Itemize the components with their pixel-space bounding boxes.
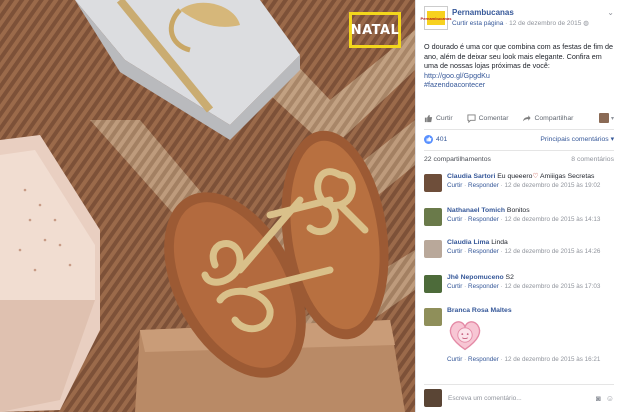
- camera-icon[interactable]: ◙: [596, 394, 601, 403]
- emoji-icon[interactable]: ☺: [606, 394, 614, 403]
- comment-reply-link[interactable]: Responder: [468, 283, 499, 290]
- post-text: O dourado é uma cor que combina com as f…: [424, 42, 614, 90]
- commenter-avatar[interactable]: [424, 240, 442, 258]
- comment-author[interactable]: Claudia Sartori: [447, 173, 495, 180]
- comment-date[interactable]: 12 de dezembro de 2015 às 17:03: [504, 283, 600, 290]
- comment-author[interactable]: Claudia Lima: [447, 239, 489, 246]
- comment-date[interactable]: 12 de dezembro de 2015 às 19:02: [504, 182, 600, 189]
- like-reaction-icon: [424, 134, 433, 144]
- globe-icon: ◍: [583, 20, 589, 27]
- like-button[interactable]: Curtir: [424, 114, 453, 123]
- share-label: Compartilhar: [534, 114, 574, 122]
- page-name-link[interactable]: Pernambucanas: [452, 8, 514, 17]
- commenter-avatar[interactable]: [424, 174, 442, 192]
- post-date[interactable]: 12 de dezembro de 2015: [509, 20, 581, 27]
- comment-like-link[interactable]: Curtir: [447, 182, 462, 189]
- comment-date[interactable]: 12 de dezembro de 2015 às 14:13: [504, 216, 600, 223]
- divider: [424, 384, 614, 385]
- post-link[interactable]: http://goo.gl/GpgdKu: [424, 71, 490, 80]
- viewer-avatar: [424, 389, 442, 407]
- share-icon: [523, 114, 532, 121]
- post-meta: Curtir esta página · 12 de dezembro de 2…: [452, 19, 589, 27]
- top-comments-dropdown[interactable]: Principais comentários ▾: [540, 135, 614, 143]
- comment-like-link[interactable]: Curtir: [447, 248, 462, 255]
- viewer-avatar[interactable]: [598, 113, 609, 123]
- thumbs-up-icon: [424, 114, 433, 122]
- like-count[interactable]: 401: [436, 136, 447, 143]
- comment-author[interactable]: Jhê Nepomuceno: [447, 274, 504, 281]
- page-avatar[interactable]: Pernambucanas: [421, 6, 451, 30]
- post-header: Pernambucanas Pernambucanas Curtir esta …: [421, 6, 614, 34]
- commenter-avatar[interactable]: [424, 208, 442, 226]
- comment-reply-link[interactable]: Responder: [468, 216, 499, 223]
- post-body: O dourado é uma cor que combina com as f…: [424, 42, 613, 70]
- heart-sticker-icon: [449, 321, 481, 351]
- comment-author[interactable]: Nathanael Tomich: [447, 207, 505, 214]
- comment-text: Bonitos: [505, 207, 530, 214]
- stats-row: 22 compartilhamentos 8 comentários: [424, 156, 614, 163]
- comment-text: Linda: [489, 239, 508, 246]
- comment-composer: Escreva um comentário... ◙ ☺: [424, 388, 614, 408]
- comment-button[interactable]: Comentar: [467, 113, 509, 123]
- comment-label: Comentar: [478, 114, 509, 122]
- comment-reply-link[interactable]: Responder: [468, 356, 499, 363]
- natal-badge: NATAL: [349, 12, 401, 48]
- chevron-down-icon[interactable]: ⌄: [607, 8, 614, 17]
- caret-down-icon[interactable]: ▾: [611, 115, 614, 122]
- comment-like-link[interactable]: Curtir: [447, 283, 462, 290]
- comments-count: 8 comentários: [571, 156, 614, 163]
- share-button[interactable]: Compartilhar: [522, 114, 573, 123]
- comment-reply-link[interactable]: Responder: [468, 248, 499, 255]
- natal-badge-text: NATAL: [350, 22, 400, 38]
- divider: [424, 150, 614, 151]
- comment-text: S2: [503, 274, 514, 281]
- commenter-avatar[interactable]: [424, 308, 442, 326]
- comment-text: Eu queeero: [495, 173, 533, 180]
- page-logo: Pernambucanas: [421, 11, 451, 25]
- like-page-link[interactable]: Curtir esta página: [452, 20, 503, 27]
- comment-reply-link[interactable]: Responder: [468, 182, 499, 189]
- comment-date[interactable]: 12 de dezembro de 2015 às 14:26: [504, 248, 600, 255]
- photo-illustration: [0, 0, 415, 412]
- like-label: Curtir: [436, 114, 453, 122]
- commenter-avatar[interactable]: [424, 275, 442, 293]
- comment-input[interactable]: Escreva um comentário...: [448, 391, 596, 405]
- shares-count[interactable]: 22 compartilhamentos: [424, 156, 491, 163]
- post-photo[interactable]: NATAL: [0, 0, 415, 412]
- comment-like-link[interactable]: Curtir: [447, 216, 462, 223]
- comment-text-tail: Amiiigas Secretas: [538, 173, 595, 180]
- divider: [424, 129, 614, 130]
- post-panel: Pernambucanas Pernambucanas Curtir esta …: [415, 0, 620, 412]
- comment-icon: [467, 113, 476, 123]
- reactions-row: 401 Principais comentários ▾: [424, 133, 614, 145]
- action-bar: Curtir Comentar Compartilhar ▾: [424, 111, 614, 125]
- comment-like-link[interactable]: Curtir: [447, 356, 462, 363]
- comment-date[interactable]: 12 de dezembro de 2015 às 16:21: [504, 356, 600, 363]
- post-hashtag[interactable]: #fazendoacontecer: [424, 80, 485, 89]
- comment-author[interactable]: Branca Rosa Maltes: [447, 307, 512, 314]
